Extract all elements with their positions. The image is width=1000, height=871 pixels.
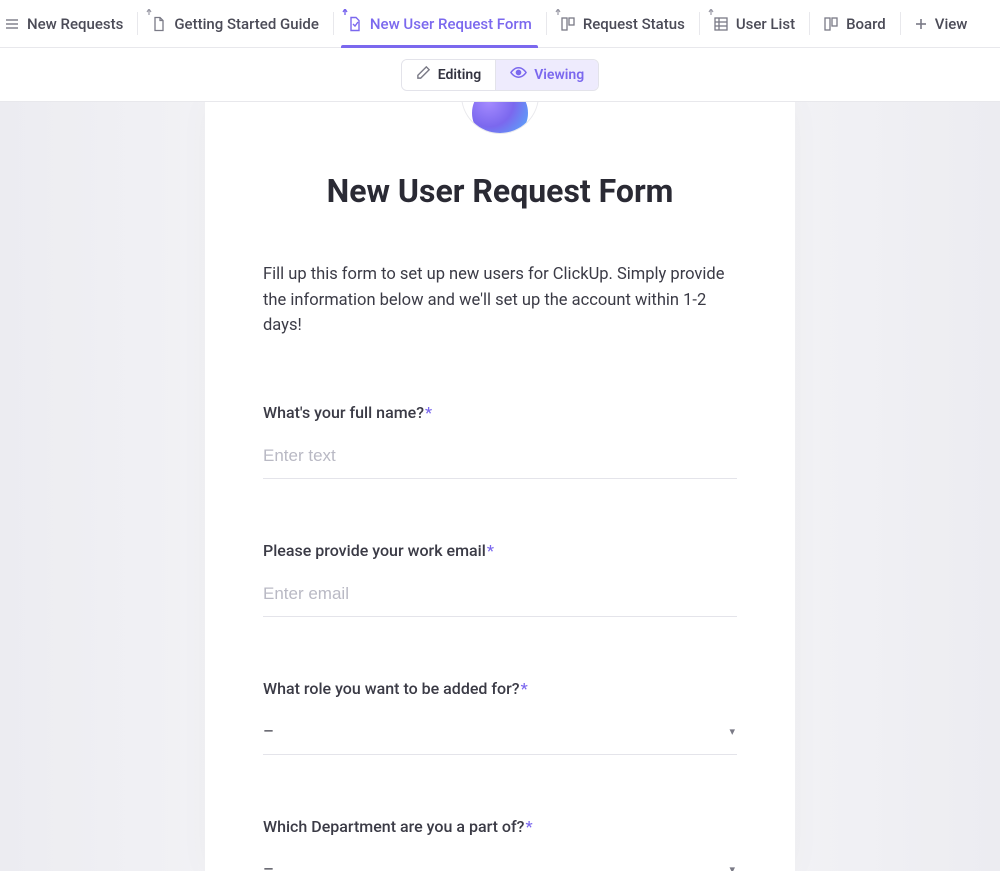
doc-icon [151, 16, 167, 32]
chevron-down-icon: ▾ [729, 863, 735, 871]
chevron-down-icon: ▾ [729, 725, 735, 738]
tab-user-list[interactable]: User List [699, 0, 809, 47]
form-title: New User Request Form [263, 172, 737, 210]
required-mark: * [487, 541, 494, 560]
tab-request-status[interactable]: Request Status [546, 0, 699, 47]
field-label: Please provide your work email* [263, 541, 737, 560]
viewing-button[interactable]: Viewing [495, 60, 598, 90]
field-label: What role you want to be added for?* [263, 679, 737, 698]
role-select[interactable]: – ▾ [263, 712, 737, 755]
select-value: – [263, 722, 274, 742]
field-full-name: What's your full name?* [263, 403, 737, 479]
tab-getting-started[interactable]: Getting Started Guide [137, 0, 333, 47]
required-mark: * [425, 403, 432, 422]
board-icon [560, 16, 576, 32]
required-mark: * [525, 817, 532, 836]
tab-new-user-request-form[interactable]: New User Request Form [333, 0, 546, 47]
tab-label: View [935, 15, 968, 33]
eye-icon [510, 65, 527, 84]
tab-label: User List [736, 15, 795, 33]
viewing-label: Viewing [534, 67, 584, 83]
field-work-email: Please provide your work email* [263, 541, 737, 617]
work-email-input[interactable] [263, 574, 737, 617]
tab-label: Request Status [583, 15, 685, 33]
form-card: New User Request Form Fill up this form … [205, 102, 795, 871]
tab-new-requests[interactable]: New Requests [0, 0, 137, 47]
table-icon [713, 16, 729, 32]
tab-label: Board [846, 15, 886, 33]
list-icon [4, 16, 20, 32]
form-canvas: New User Request Form Fill up this form … [0, 102, 1000, 871]
field-label: What's your full name?* [263, 403, 737, 422]
tab-board[interactable]: Board [809, 0, 900, 47]
field-label: Which Department are you a part of?* [263, 817, 737, 836]
form-description: Fill up this form to set up new users fo… [263, 262, 737, 339]
tab-label: Getting Started Guide [174, 15, 319, 33]
pencil-icon [416, 65, 431, 84]
view-tabs: New Requests Getting Started Guide New U… [0, 0, 1000, 48]
mode-toggle: Editing Viewing [401, 59, 599, 91]
full-name-input[interactable] [263, 436, 737, 479]
form-icon [347, 16, 363, 32]
mode-bar: Editing Viewing [0, 48, 1000, 102]
tab-label: New Requests [27, 15, 123, 33]
editing-button[interactable]: Editing [402, 60, 495, 90]
form-avatar [263, 102, 737, 170]
plus-icon [914, 17, 928, 31]
select-value: – [263, 860, 274, 871]
department-select[interactable]: – ▾ [263, 850, 737, 871]
editing-label: Editing [438, 67, 481, 83]
tab-label: New User Request Form [370, 15, 532, 33]
kanban-icon [823, 16, 839, 32]
tab-add-view[interactable]: View [900, 0, 982, 47]
required-mark: * [521, 679, 528, 698]
field-department: Which Department are you a part of?* – ▾ [263, 817, 737, 871]
field-role: What role you want to be added for?* – ▾ [263, 679, 737, 755]
